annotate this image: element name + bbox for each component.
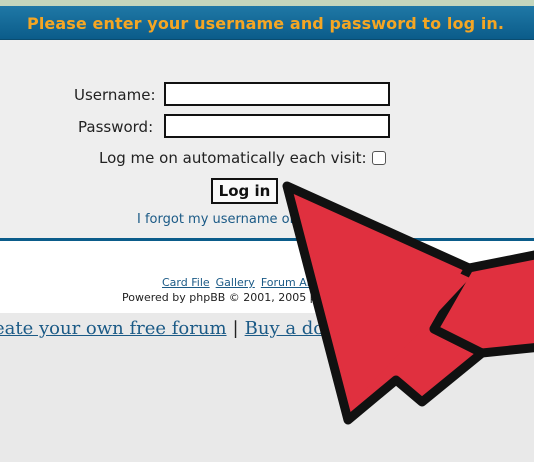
password-input[interactable]: [164, 114, 390, 138]
forum-archive-link[interactable]: Forum Archive: [261, 276, 341, 289]
card-file-link[interactable]: Card File: [162, 276, 210, 289]
create-forum-link[interactable]: eate your own free forum: [0, 318, 227, 339]
promo-separator: |: [232, 318, 239, 339]
password-label: Password:: [78, 118, 154, 136]
footer-links: Card File Gallery Forum Archive: [162, 276, 346, 289]
promo-tail-link[interactable]: m: [490, 318, 507, 339]
login-instructions: Please enter your username and password …: [27, 14, 505, 33]
login-button[interactable]: Log in: [211, 178, 278, 204]
promo-bar: eate your own free forum | Buy a domain to…: [0, 318, 507, 339]
powered-by-text: Powered by phpBB © 2001, 2005 phpBB G: [122, 291, 358, 304]
autologin-label: Log me on automatically each visit:: [99, 149, 367, 167]
buy-domain-link[interactable]: Buy a domain to u: [245, 318, 411, 339]
login-header-bar: Please enter your username and password …: [0, 6, 534, 40]
gallery-link[interactable]: Gallery: [216, 276, 255, 289]
autologin-checkbox[interactable]: [372, 151, 386, 165]
login-panel: [0, 40, 534, 239]
forgot-credentials-link[interactable]: I forgot my username or pa: [137, 212, 315, 227]
username-input[interactable]: [164, 82, 390, 106]
username-label: Username:: [74, 86, 156, 104]
